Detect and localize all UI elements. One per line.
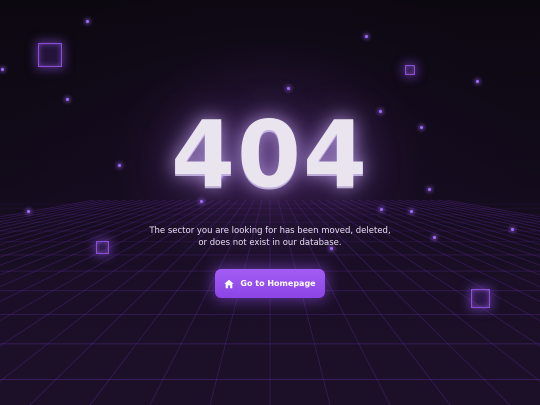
error-message-line-2: or does not exist in our database. — [198, 238, 342, 248]
particle — [86, 20, 89, 23]
floating-cube — [38, 43, 62, 67]
particle — [287, 87, 290, 90]
particle — [365, 35, 368, 38]
go-to-homepage-button[interactable]: Go to Homepage — [215, 269, 325, 298]
home-icon — [224, 279, 235, 288]
particle — [476, 80, 479, 83]
floating-cube — [471, 289, 490, 308]
error-message-line-1: The sector you are looking for has been … — [149, 226, 391, 236]
error-code: 404 — [170, 101, 370, 208]
floating-cube — [405, 65, 415, 75]
particle — [1, 68, 4, 71]
particle — [27, 210, 30, 213]
particle — [410, 210, 413, 213]
go-to-homepage-label: Go to Homepage — [240, 279, 316, 288]
error-message: The sector you are looking for has been … — [0, 225, 540, 249]
